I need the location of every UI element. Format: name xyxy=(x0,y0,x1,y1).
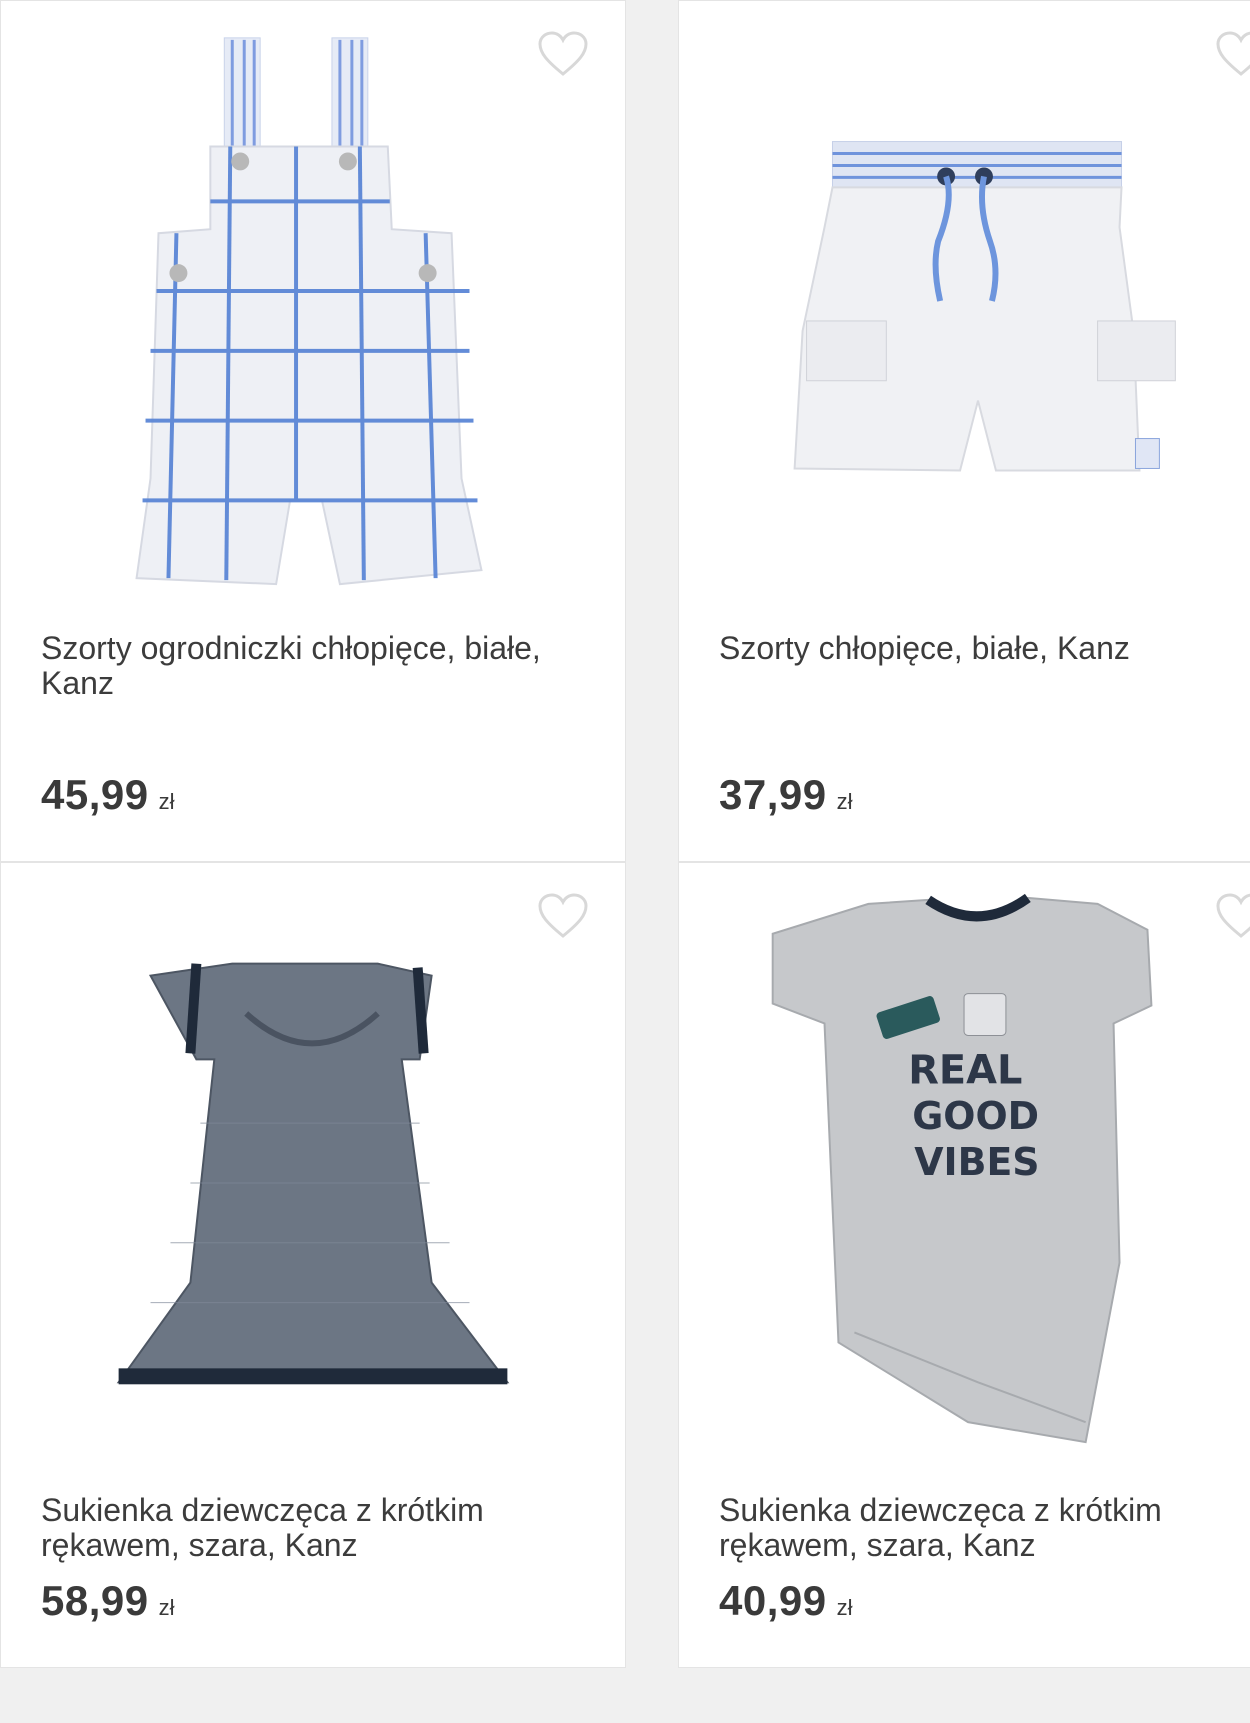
overalls-shorts-icon xyxy=(135,37,483,586)
heart-icon[interactable] xyxy=(537,31,589,77)
heart-icon[interactable] xyxy=(537,893,589,939)
product-title[interactable]: Szorty ogrodniczki chłopięce, białe, Kan… xyxy=(41,631,601,701)
price-value: 40,99 xyxy=(719,1577,827,1624)
price-value: 45,99 xyxy=(41,771,149,818)
product-image[interactable] xyxy=(1,863,625,1473)
product-card[interactable]: Sukienka dziewczęca z krótkim rękawem, s… xyxy=(0,862,626,1668)
product-price: 40,99 zł xyxy=(719,1577,853,1625)
price-value: 58,99 xyxy=(41,1577,149,1624)
print-line-3: VIBES xyxy=(914,1140,1039,1184)
product-image[interactable]: REAL GOOD VIBES xyxy=(679,863,1250,1473)
price-value: 37,99 xyxy=(719,771,827,818)
product-image[interactable] xyxy=(1,1,625,611)
product-price: 37,99 zł xyxy=(719,771,853,819)
product-grid: Szorty ogrodniczki chłopięce, białe, Kan… xyxy=(0,0,1250,1723)
product-price: 45,99 zł xyxy=(41,771,175,819)
product-title[interactable]: Sukienka dziewczęca z krótkim rękawem, s… xyxy=(41,1493,601,1563)
price-currency: zł xyxy=(836,1595,853,1620)
product-image[interactable] xyxy=(679,1,1250,611)
heart-icon[interactable] xyxy=(1215,31,1250,77)
product-card[interactable]: Szorty chłopięce, białe, Kanz 37,99 zł xyxy=(678,0,1250,862)
heart-icon[interactable] xyxy=(1215,893,1250,939)
product-title[interactable]: Szorty chłopięce, białe, Kanz xyxy=(719,631,1250,666)
product-card[interactable]: REAL GOOD VIBES Sukienka dziewczęca z kr… xyxy=(678,862,1250,1668)
price-currency: zł xyxy=(158,1595,175,1620)
product-card[interactable]: Szorty ogrodniczki chłopięce, białe, Kan… xyxy=(0,0,626,862)
shorts-icon xyxy=(793,141,1176,472)
tshirt-dress-icon: REAL GOOD VIBES xyxy=(771,893,1153,1444)
product-title[interactable]: Sukienka dziewczęca z krótkim rękawem, s… xyxy=(719,1493,1250,1563)
price-currency: zł xyxy=(836,789,853,814)
print-line-2: GOOD xyxy=(912,1094,1039,1138)
product-price: 58,99 zł xyxy=(41,1577,175,1625)
price-currency: zł xyxy=(158,789,175,814)
print-line-1: REAL xyxy=(908,1047,1022,1093)
dress-icon xyxy=(116,962,510,1385)
